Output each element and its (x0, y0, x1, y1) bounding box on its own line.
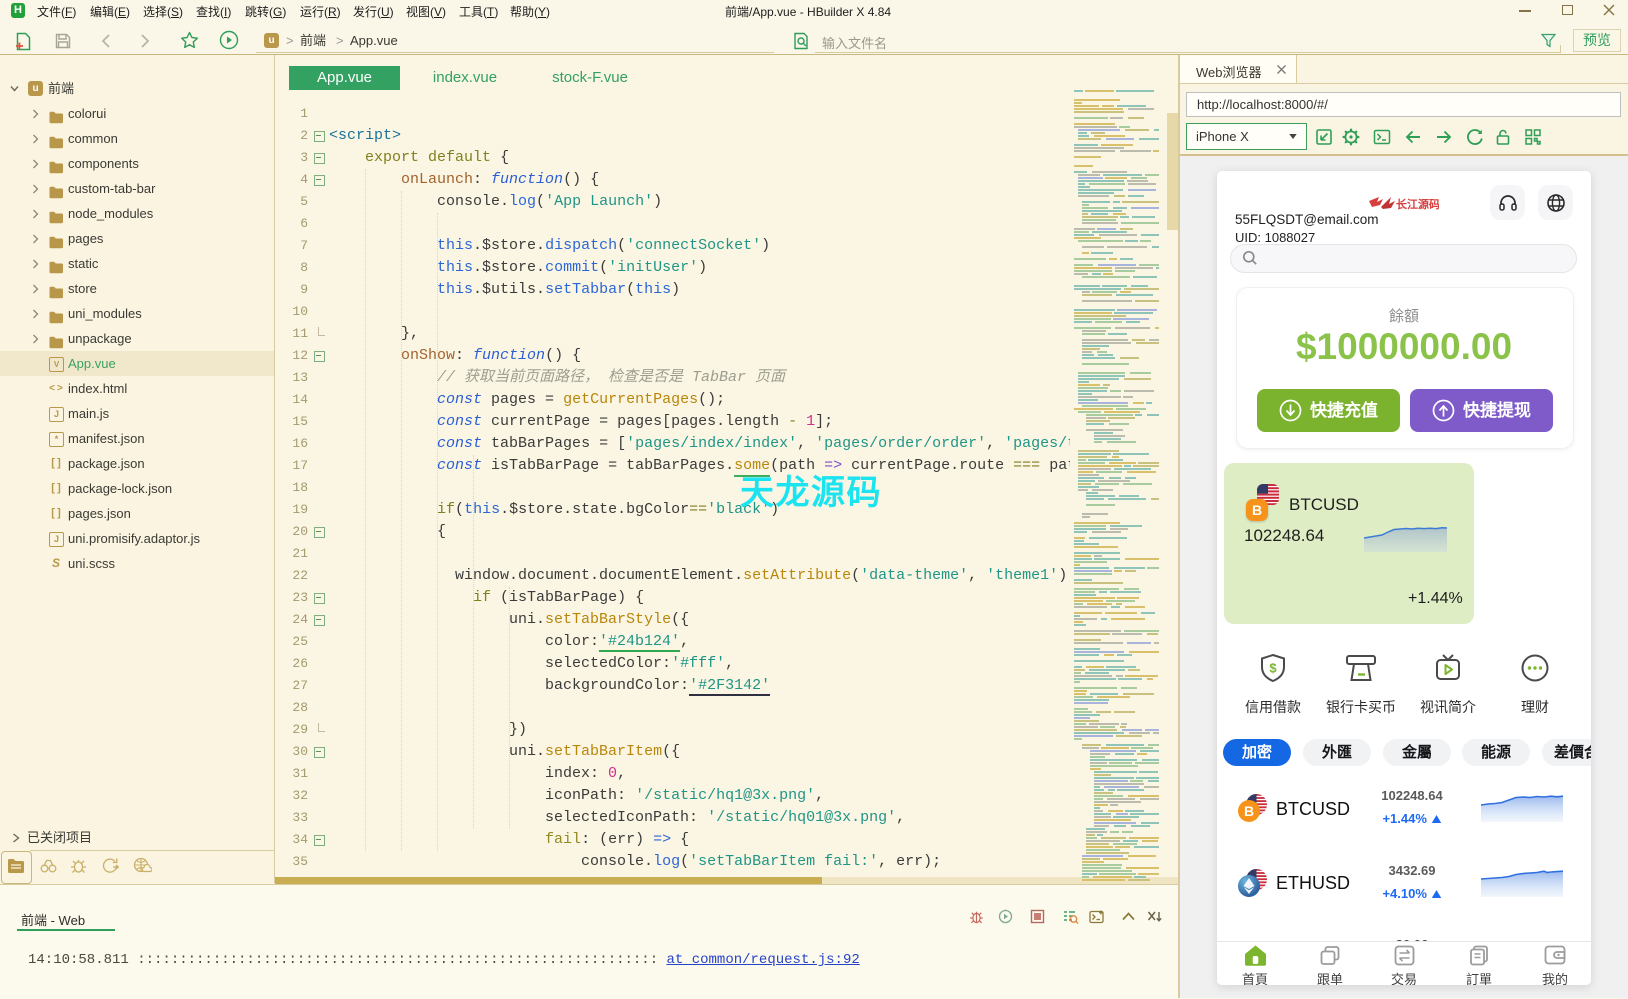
svg-text:$: $ (1269, 661, 1277, 676)
svg-text:长江源码: 长江源码 (1396, 197, 1439, 211)
